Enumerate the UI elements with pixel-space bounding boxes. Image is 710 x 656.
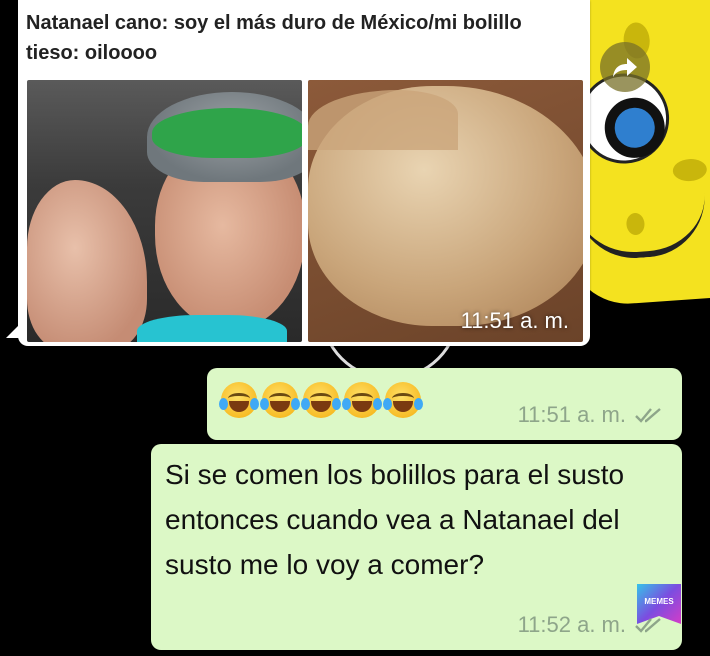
image-pair[interactable]: 11:51 a. m. bbox=[27, 80, 583, 342]
photo-bread-roll[interactable]: 11:51 a. m. bbox=[308, 80, 583, 342]
message-caption: Natanael cano: soy el más duro de México… bbox=[26, 12, 522, 64]
message-text: Si se comen los bolillos para el susto e… bbox=[165, 459, 625, 580]
outgoing-emoji-message[interactable]: 11:51 a. m. bbox=[207, 368, 682, 440]
message-timestamp: 11:51 a. m. bbox=[517, 402, 626, 427]
laughing-tears-emoji-icon bbox=[301, 382, 341, 418]
laughing-tears-emoji-icon bbox=[219, 382, 259, 418]
forward-arrow-icon bbox=[613, 58, 637, 77]
double-check-icon bbox=[635, 408, 661, 423]
message-meta: 11:51 a. m. bbox=[518, 402, 664, 428]
message-meta: 11:52 a. m. bbox=[518, 612, 664, 638]
emoji-row bbox=[219, 382, 423, 418]
forward-button[interactable] bbox=[600, 42, 650, 92]
message-timestamp: 11:52 a. m. bbox=[517, 612, 626, 637]
incoming-image-message[interactable]: Natanael cano: soy el más duro de México… bbox=[6, 0, 590, 346]
outgoing-text-message[interactable]: Si se comen los bolillos para el susto e… bbox=[151, 444, 682, 650]
double-check-icon bbox=[635, 618, 661, 633]
bubble-tail bbox=[6, 324, 20, 338]
laughing-tears-emoji-icon bbox=[342, 382, 382, 418]
message-timestamp: 11:51 a. m. bbox=[460, 308, 569, 333]
photo-person-cap[interactable] bbox=[27, 80, 302, 342]
laughing-tears-emoji-icon bbox=[383, 382, 423, 418]
laughing-tears-emoji-icon bbox=[260, 382, 300, 418]
